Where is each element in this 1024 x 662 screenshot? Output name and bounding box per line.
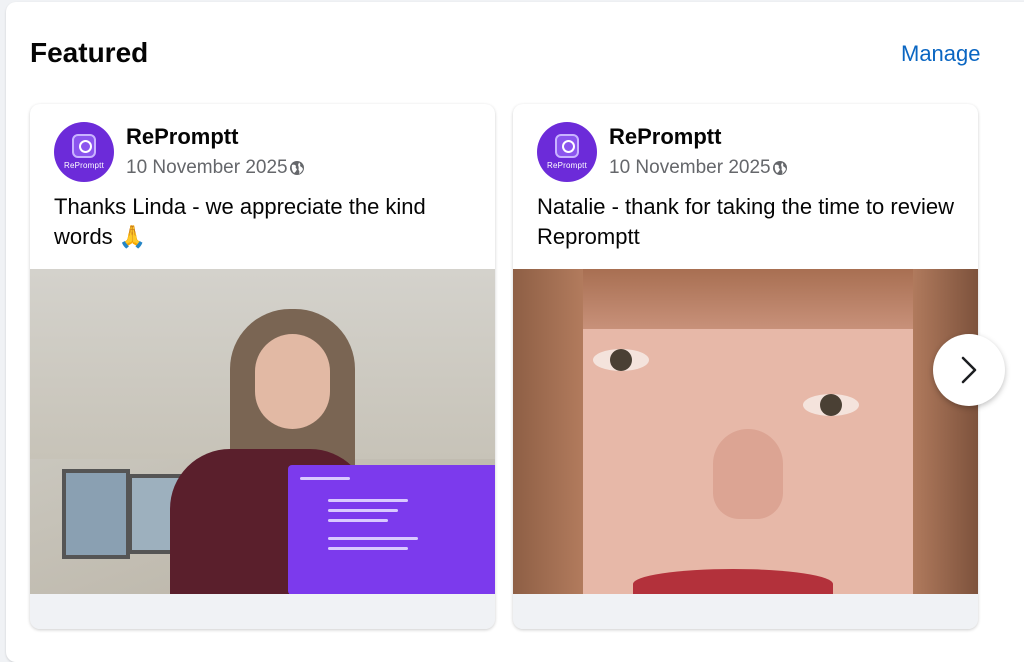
repromptt-logo-icon bbox=[72, 134, 96, 158]
featured-card[interactable]: RePromptt RePromptt 10 November 2025 Nat… bbox=[513, 104, 978, 629]
card-footer bbox=[30, 594, 495, 629]
post-text-content: Thanks Linda - we appreciate the kind wo… bbox=[54, 194, 426, 249]
video-thumbnail[interactable] bbox=[513, 269, 978, 594]
card-header: RePromptt RePromptt 10 November 2025 Nat… bbox=[513, 104, 978, 269]
featured-card[interactable]: RePromptt RePromptt 10 November 2025 Tha… bbox=[30, 104, 495, 629]
post-text: Thanks Linda - we appreciate the kind wo… bbox=[54, 192, 474, 252]
post-date[interactable]: 10 November 2025 bbox=[609, 156, 788, 180]
wall-picture bbox=[62, 469, 130, 559]
globe-icon bbox=[772, 161, 787, 175]
avatar-logo-text: RePromptt bbox=[546, 161, 588, 170]
featured-title: Featured bbox=[30, 37, 149, 68]
post-date[interactable]: 10 November 2025 bbox=[126, 156, 305, 180]
card-footer bbox=[513, 594, 978, 629]
globe-icon bbox=[289, 161, 304, 175]
post-date-text: 10 November 2025 bbox=[609, 157, 771, 178]
chevron-right-icon bbox=[961, 356, 977, 384]
avatar[interactable]: RePromptt bbox=[537, 122, 597, 182]
next-button[interactable] bbox=[933, 334, 1005, 406]
card-header: RePromptt RePromptt 10 November 2025 Tha… bbox=[30, 104, 495, 269]
video-thumbnail[interactable] bbox=[30, 269, 495, 594]
folded-hands-emoji-icon: 🙏 bbox=[118, 224, 147, 249]
page-name[interactable]: RePromptt bbox=[609, 124, 721, 150]
avatar[interactable]: RePromptt bbox=[54, 122, 114, 182]
manage-link[interactable]: Manage bbox=[901, 40, 981, 68]
post-date-text: 10 November 2025 bbox=[126, 157, 288, 178]
page-name[interactable]: RePromptt bbox=[126, 124, 238, 150]
repromptt-logo-icon bbox=[555, 134, 579, 158]
avatar-logo-text: RePromptt bbox=[63, 161, 105, 170]
post-text: Natalie - thank for taking the time to r… bbox=[537, 194, 954, 249]
tablet-screen bbox=[288, 465, 495, 594]
